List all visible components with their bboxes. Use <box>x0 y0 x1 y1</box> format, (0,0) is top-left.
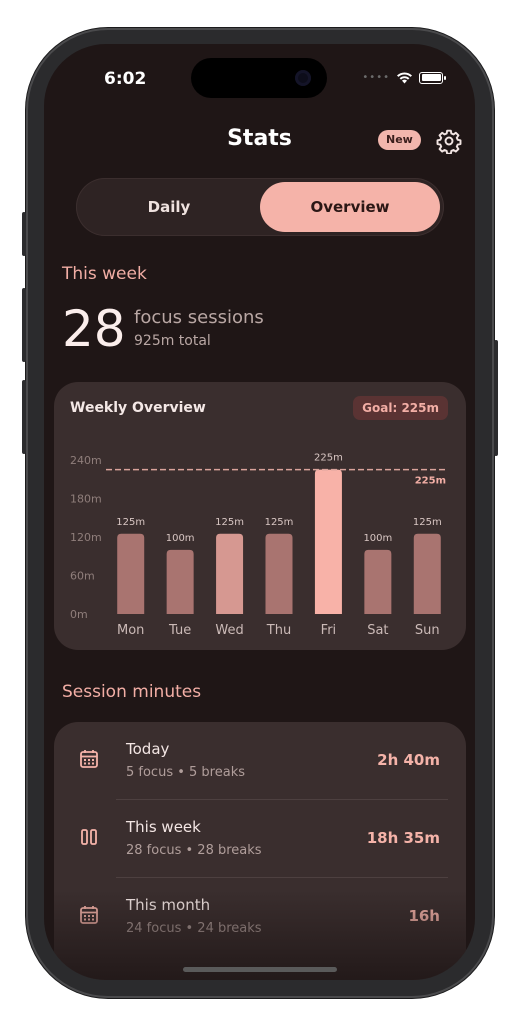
row-value: 2h 40m <box>377 751 440 769</box>
x-tick-label: Tue <box>168 623 191 638</box>
focus-sessions-label: focus sessions <box>134 307 264 328</box>
status-time: 6:02 <box>104 69 147 89</box>
bar-value-label: 125m <box>265 517 294 528</box>
battery-icon <box>419 71 446 84</box>
session-minutes-label: Session minutes <box>62 682 202 702</box>
y-tick-label: 120m <box>70 531 102 544</box>
weekly-bar-chart: 0m 60m 120m 180m 240m 125m Mon 100m Tue 125m Wed 12… <box>70 453 446 638</box>
bar-value-label: 100m <box>363 533 392 544</box>
x-tick-label: Fri <box>321 623 337 638</box>
x-tick-label: Sun <box>415 623 440 638</box>
columns-icon <box>81 829 97 845</box>
row-subtitle: 5 focus • 5 breaks <box>126 765 246 780</box>
row-value: 18h 35m <box>366 829 440 847</box>
x-tick-label: Wed <box>215 623 243 638</box>
home-indicator[interactable] <box>183 967 337 972</box>
chart-title: Weekly Overview <box>70 400 206 416</box>
bar-value-label: 100m <box>166 533 195 544</box>
calendar-icon <box>80 750 98 768</box>
camera-icon <box>295 70 311 86</box>
y-tick-label: 60m <box>70 570 95 583</box>
this-week-label: This week <box>62 264 147 284</box>
bar-value-label: 125m <box>413 517 442 528</box>
row-subtitle: 28 focus • 28 breaks <box>126 843 262 858</box>
x-tick-label: Thu <box>266 623 291 638</box>
y-tick-label: 240m <box>70 454 102 467</box>
bar-fri <box>314 469 342 614</box>
row-subtitle: 24 focus • 24 breaks <box>126 921 262 936</box>
list-item[interactable]: This month 24 focus • 24 breaks 16h <box>54 878 466 956</box>
status-icons: •••• <box>362 71 446 84</box>
power-button <box>494 340 498 456</box>
row-value: 16h <box>408 907 440 925</box>
gear-icon[interactable] <box>436 128 462 154</box>
signal-icon: •••• <box>362 72 390 83</box>
total-minutes: 925m total <box>134 333 211 349</box>
y-tick-label: 0m <box>70 608 88 621</box>
row-title: Today <box>126 740 170 758</box>
goal-line-label: 225m <box>415 476 446 487</box>
row-title: This month <box>126 896 211 914</box>
y-tick-label: 180m <box>70 493 102 506</box>
session-minutes-card: Today 5 focus • 5 breaks 2h 40m This wee… <box>54 722 466 980</box>
dynamic-island <box>191 58 327 98</box>
new-badge[interactable]: New <box>378 130 421 150</box>
list-item[interactable]: This week 28 focus • 28 breaks 18h 35m <box>54 800 466 878</box>
bar-value-label: 225m <box>314 453 343 464</box>
bar-thu <box>265 533 293 614</box>
bar-sun <box>413 533 441 614</box>
volume-down-button <box>22 380 26 454</box>
side-button <box>22 212 26 256</box>
bar-value-label: 125m <box>116 517 145 528</box>
app-screen: 6:02 •••• Stats New Daily Overview This … <box>44 44 475 980</box>
bar-mon <box>117 533 145 614</box>
session-count: 28 <box>62 300 126 358</box>
wifi-icon <box>397 72 412 84</box>
x-tick-label: Sat <box>367 623 388 638</box>
bar-sat <box>364 549 392 614</box>
x-tick-label: Mon <box>117 623 144 638</box>
bar-wed <box>216 533 244 614</box>
goal-badge: Goal: 225m <box>353 396 448 420</box>
tab-daily[interactable]: Daily <box>76 178 262 236</box>
calendar-icon <box>80 906 98 924</box>
bar-tue <box>166 549 194 614</box>
view-segmented-control: Daily Overview <box>76 178 444 236</box>
tab-overview[interactable]: Overview <box>260 182 440 232</box>
list-item[interactable]: Today 5 focus • 5 breaks 2h 40m <box>54 722 466 800</box>
weekly-overview-card: 0m 60m 120m 180m 240m 125m Mon 100m Tue 125m Wed 12… <box>54 382 466 650</box>
row-title: This week <box>126 818 201 836</box>
volume-up-button <box>22 288 26 362</box>
bar-value-label: 125m <box>215 517 244 528</box>
